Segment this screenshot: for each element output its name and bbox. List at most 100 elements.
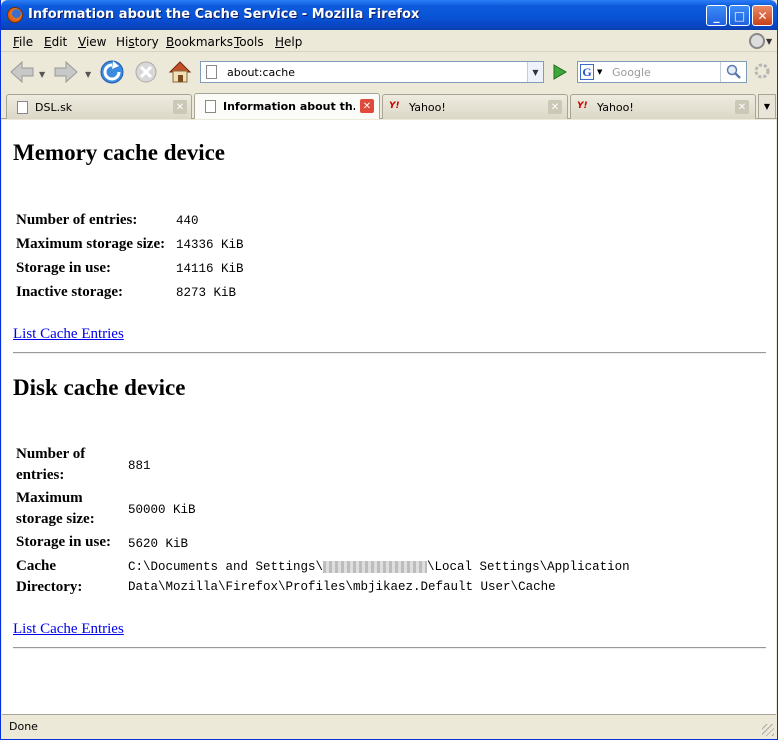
status-bar: Done [2,714,776,738]
tab-dsl[interactable]: DSL.sk ✕ [6,94,192,119]
disk-in-use-label: Storage in use: [16,534,111,550]
google-engine-icon[interactable]: G [580,64,594,80]
disk-cache-heading: Disk cache device [13,375,186,400]
menu-bookmarks-accesskey: B [166,35,175,49]
minimize-button[interactable]: _ [706,5,727,26]
search-button[interactable] [720,62,746,82]
navigation-toolbar: ▼ ▼ about:cache ▼ G ▼ Google [1,53,777,91]
firefox-logo-icon [7,7,23,23]
menu-edit[interactable]: Edit [44,35,67,49]
forward-history-dropdown-icon[interactable]: ▼ [85,70,91,79]
page-icon [206,65,217,79]
disk-list-entries-link[interactable]: List Cache Entries [13,621,124,638]
address-bar[interactable]: about:cache ▼ [200,61,544,83]
tab-strip: DSL.sk ✕ Information about th... ✕ Y! Ya… [1,91,777,119]
menu-history-label: tory [134,35,159,49]
page-icon [17,101,28,114]
tab-cache-info[interactable]: Information about th... ✕ [194,93,380,119]
disk-directory-value-line2: Data\Mozilla\Firefox\Profiles\mbjikaez.D… [128,580,556,594]
search-input[interactable]: Google [612,66,651,79]
disk-entries-label: Number of entries: [16,444,85,486]
back-history-dropdown-icon[interactable]: ▼ [39,70,45,79]
forward-arrow-icon [54,60,78,84]
disk-max-size-label-line1: Maximum [16,490,83,506]
yahoo-icon: Y! [389,101,400,111]
stop-icon [135,61,157,83]
memory-in-use-value: 14116 KiB [176,262,244,276]
forward-button[interactable] [52,58,80,86]
memory-inactive-value: 8273 KiB [176,286,237,300]
menu-tools[interactable]: Tools [234,35,264,49]
disk-entries-label-line1: Number of [16,446,86,462]
menu-view-label: iew [85,35,107,49]
all-tabs-dropdown-icon[interactable]: ▼ [758,94,776,119]
window-title: Information about the Cache Service - Mo… [28,7,420,22]
memory-list-entries-link[interactable]: List Cache Entries [13,326,124,343]
page-icon [205,100,216,113]
menu-file-label: ile [19,35,34,49]
memory-inactive-label: Inactive storage: [16,284,124,300]
memory-entries-label: Number of entries: [16,212,138,228]
back-button[interactable] [8,58,36,86]
menu-bookmarks-label: ookmarks [174,35,234,49]
tab-label: Yahoo! [597,101,634,114]
tab-close-icon[interactable]: ✕ [173,100,187,114]
divider [13,647,766,649]
disk-max-size-label-line2: storage size: [16,511,95,527]
menu-view-accesskey: V [78,35,86,49]
disk-max-size-value: 50000 KiB [128,503,196,517]
tab-yahoo-1[interactable]: Y! Yahoo! ✕ [382,94,568,119]
disk-directory-value-suffix: \Local Settings\Application [427,560,630,574]
activity-throbber-icon [754,63,770,79]
menu-view[interactable]: View [78,35,106,49]
close-window-button[interactable]: ✕ [752,5,773,26]
maximize-button[interactable]: □ [729,5,750,26]
divider [13,352,766,354]
disk-entries-label-line2: entries: [16,467,65,483]
go-button[interactable] [548,61,570,83]
disk-directory-label-line1: Cache [16,558,56,574]
go-arrow-icon [553,64,567,80]
tab-label: Yahoo! [409,101,446,114]
page-content: Memory cache device Number of entries: 4… [2,120,776,714]
magnifier-icon [726,64,741,79]
memory-in-use-label: Storage in use: [16,260,111,276]
memory-entries-value: 440 [176,214,199,228]
home-icon [168,61,192,83]
disk-entries-value: 881 [128,459,151,473]
menu-help-accesskey: H [275,35,285,49]
menu-help[interactable]: Help [275,35,302,49]
chevron-down-icon[interactable]: ▼ [766,37,772,46]
menu-edit-accesskey: E [44,35,52,49]
back-arrow-icon [10,60,34,84]
tab-label: DSL.sk [35,101,73,114]
redacted-username [323,560,428,573]
tab-close-icon[interactable]: ✕ [360,99,374,113]
disk-directory-value: C:\Documents and Settings\ \Local Setting… [128,557,630,577]
disk-directory-value-prefix: C:\Documents and Settings\ [128,560,324,574]
search-bar[interactable]: G ▼ Google [577,61,747,83]
tab-label: Information about th... [223,100,355,113]
resize-grip-icon[interactable] [762,724,774,736]
tab-yahoo-2[interactable]: Y! Yahoo! ✕ [570,94,756,119]
title-bar[interactable]: Information about the Cache Service - Mo… [1,0,777,30]
menu-bookmarks[interactable]: Bookmarks [166,35,233,49]
menu-help-label: elp [284,35,303,49]
menu-history[interactable]: History [116,35,159,49]
home-button[interactable] [166,58,194,86]
memory-max-size-label: Maximum storage size: [16,236,166,252]
disk-max-size-label: Maximum storage size: [16,488,95,530]
menu-bar: File Edit View History Bookmarks Tools H… [1,30,777,52]
tab-close-icon[interactable]: ✕ [548,100,562,114]
memory-cache-heading: Memory cache device [13,140,226,165]
search-engine-dropdown-icon[interactable]: ▼ [597,68,602,76]
reload-icon [100,60,124,84]
menu-file[interactable]: File [13,35,33,49]
tab-close-icon[interactable]: ✕ [735,100,749,114]
memory-max-size-value: 14336 KiB [176,238,244,252]
reload-button[interactable] [98,58,126,86]
disk-in-use-value: 5620 KiB [128,537,189,551]
url-history-dropdown-icon[interactable]: ▼ [527,62,543,82]
stop-button[interactable] [132,58,160,86]
url-input[interactable]: about:cache [227,66,295,79]
